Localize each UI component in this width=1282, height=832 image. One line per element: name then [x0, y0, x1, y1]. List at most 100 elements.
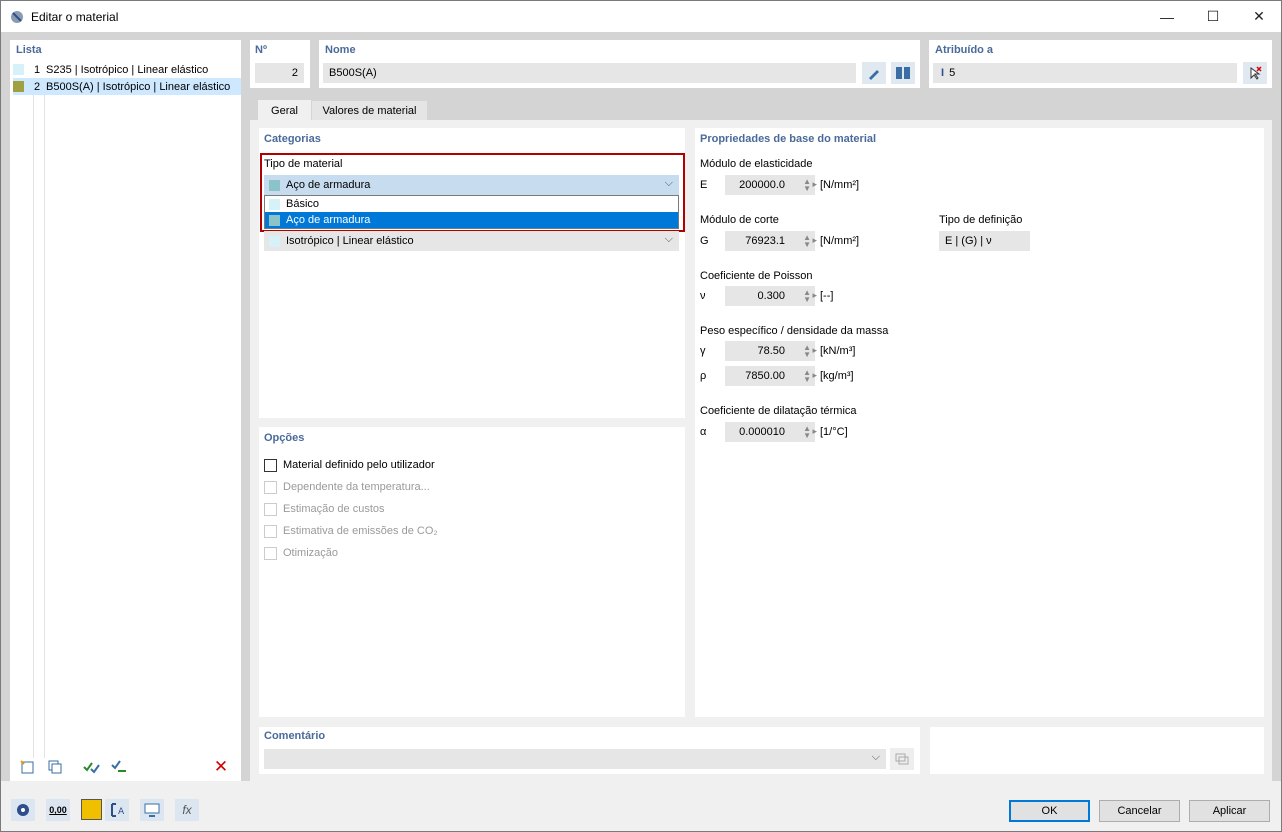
- edit-name-icon[interactable]: [862, 62, 886, 84]
- check-all-icon[interactable]: [79, 756, 103, 778]
- spinner-icon[interactable]: ▲ ▼: [803, 178, 811, 193]
- spinner-icon[interactable]: ▲ ▼: [803, 425, 811, 440]
- option-basico[interactable]: Básico: [265, 196, 678, 212]
- maximize-button[interactable]: ☐: [1190, 1, 1236, 32]
- user-defined-label: Material definido pelo utilizador: [283, 459, 435, 471]
- new-material-icon[interactable]: [15, 756, 39, 778]
- rho-input[interactable]: 7850.00 ▲ ▼ ▸: [725, 366, 817, 386]
- color-swatch-icon: [269, 214, 280, 226]
- member-icon: I: [941, 67, 945, 79]
- number-field[interactable]: 2: [255, 63, 304, 83]
- shear-label: Módulo de corte: [700, 214, 779, 226]
- arrow-right-icon[interactable]: ▸: [812, 179, 817, 190]
- properties-panel: Propriedades de base do material Módulo …: [695, 128, 1264, 717]
- chevron-down-icon: ⌵: [664, 233, 673, 245]
- poisson-label: Coeficiente de Poisson: [700, 270, 813, 282]
- nu-symbol: ν: [700, 290, 706, 302]
- copy-material-icon[interactable]: [43, 756, 67, 778]
- color-swatch-icon: [13, 81, 24, 92]
- cancel-button[interactable]: Cancelar: [1099, 800, 1180, 822]
- material-type-options: Básico Aço de armadura: [264, 195, 679, 229]
- window-title: Editar o material: [31, 10, 119, 24]
- e-input[interactable]: 200000.0 ▲ ▼ ▸: [725, 175, 817, 195]
- material-type-dropdown[interactable]: Aço de armadura ⌵: [264, 175, 679, 195]
- tab-valores-de-material[interactable]: Valores de material: [312, 101, 427, 121]
- material-model-value: Isotrópico | Linear elástico: [286, 235, 414, 247]
- units-icon[interactable]: 0,00: [46, 799, 70, 821]
- color-icon[interactable]: [81, 799, 102, 820]
- list-item-number: 2: [34, 80, 41, 93]
- material-model-dropdown[interactable]: Isotrópico | Linear elástico ⌵: [264, 231, 679, 251]
- rho-value: 7850.00: [745, 370, 785, 382]
- e-symbol: E: [700, 179, 708, 191]
- arrow-right-icon[interactable]: ▸: [812, 290, 817, 301]
- material-type-value: Aço de armadura: [286, 179, 371, 191]
- formula-icon[interactable]: fx: [175, 799, 199, 821]
- list-item-number: 1: [34, 63, 41, 76]
- user-defined-checkbox[interactable]: [264, 459, 277, 472]
- material-type-label: Tipo de material: [264, 158, 343, 170]
- nu-value: 0.300: [757, 290, 785, 302]
- chevron-down-icon: ⌵: [871, 751, 880, 763]
- title-bar: Editar o material — ☐ ✕: [1, 1, 1281, 32]
- comment-library-icon: [890, 748, 914, 770]
- cost-label: Estimação de custos: [283, 503, 385, 515]
- apply-button[interactable]: Aplicar: [1189, 800, 1270, 822]
- spinner-icon[interactable]: ▲ ▼: [803, 369, 811, 384]
- view-icon[interactable]: [140, 799, 164, 821]
- co2-checkbox: [264, 525, 277, 538]
- categories-panel: Categorias Tipo de material Aço de armad…: [259, 128, 685, 418]
- g-input[interactable]: 76923.1 ▲ ▼ ▸: [725, 231, 817, 251]
- delete-icon[interactable]: ✕: [209, 756, 233, 778]
- arrow-right-icon[interactable]: ▸: [812, 370, 817, 381]
- spinner-icon[interactable]: ▲ ▼: [803, 344, 811, 359]
- list-item[interactable]: 1 S235 | Isotrópico | Linear elástico: [13, 61, 241, 78]
- minimize-button[interactable]: —: [1144, 1, 1190, 32]
- footer: 0,00 A fx OK Cancelar Aplicar: [1, 781, 1281, 831]
- spinner-icon[interactable]: ▲ ▼: [803, 289, 811, 304]
- categories-header: Categorias: [264, 133, 321, 145]
- spinner-icon[interactable]: ▲ ▼: [803, 234, 811, 249]
- number-panel: Nº 2: [250, 40, 310, 88]
- dialog-body: Lista 1 S235 | Isotrópico | Linear elást…: [1, 32, 1281, 782]
- tab-geral[interactable]: Geral: [257, 99, 312, 121]
- rho-unit: [kg/m³]: [820, 370, 854, 382]
- close-button[interactable]: ✕: [1236, 1, 1282, 32]
- material-app-icon: [11, 11, 23, 23]
- library-book-icon[interactable]: [891, 62, 915, 84]
- alpha-value: 0.000010: [739, 426, 785, 438]
- list-item-selected[interactable]: 2 B500S(A) | Isotrópico | Linear elástic…: [13, 78, 241, 95]
- color-swatch-icon: [269, 235, 280, 247]
- assigned-field[interactable]: I5: [933, 63, 1237, 83]
- e-value: 200000.0: [739, 179, 785, 191]
- name-field[interactable]: B500S(A): [323, 63, 856, 83]
- definition-type-field[interactable]: E | (G) | ν: [939, 231, 1030, 251]
- options-header: Opções: [264, 432, 305, 444]
- alpha-input[interactable]: 0.000010 ▲ ▼ ▸: [725, 422, 817, 442]
- list-header: Lista: [16, 44, 42, 56]
- check-selected-icon[interactable]: [107, 756, 131, 778]
- pick-object-icon[interactable]: [1243, 62, 1267, 84]
- help-icon[interactable]: [11, 799, 35, 821]
- elastic-label: Módulo de elasticidade: [700, 158, 813, 170]
- nu-input[interactable]: 0.300 ▲ ▼ ▸: [725, 286, 817, 306]
- display-info-icon[interactable]: A: [105, 799, 129, 821]
- comment-field[interactable]: ⌵: [264, 749, 886, 769]
- temperature-label: Dependente da temperatura...: [283, 481, 430, 493]
- properties-header: Propriedades de base do material: [700, 133, 877, 145]
- gamma-unit: [kN/m³]: [820, 345, 856, 357]
- dialog-window: Editar o material — ☐ ✕ Lista 1 S235 | I…: [0, 0, 1282, 832]
- ok-button[interactable]: OK: [1009, 800, 1090, 822]
- comment-panel: Comentário ⌵: [259, 727, 920, 774]
- assigned-header: Atribuído a: [935, 44, 994, 56]
- co2-label: Estimativa de emissões de CO₂: [283, 525, 438, 537]
- option-aco-de-armadura[interactable]: Aço de armadura: [265, 212, 678, 228]
- number-header: Nº: [255, 44, 267, 56]
- arrow-right-icon[interactable]: ▸: [812, 235, 817, 246]
- arrow-right-icon[interactable]: ▸: [812, 426, 817, 437]
- gamma-input[interactable]: 78.50 ▲ ▼ ▸: [725, 341, 817, 361]
- color-swatch-icon: [269, 198, 280, 210]
- alpha-unit: [1/°C]: [820, 426, 848, 438]
- cost-checkbox: [264, 503, 277, 516]
- arrow-right-icon[interactable]: ▸: [812, 345, 817, 356]
